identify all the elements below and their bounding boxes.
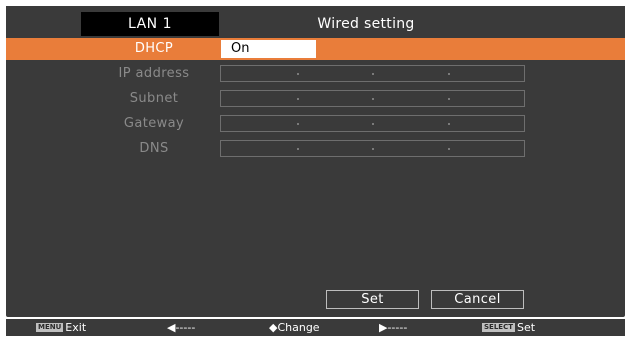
- subnet-row: Subnet: [6, 88, 625, 110]
- subnet-field: [220, 90, 525, 107]
- ip-address-field: [220, 65, 525, 82]
- cancel-button[interactable]: Cancel: [431, 290, 524, 309]
- octet-separator: [372, 148, 374, 150]
- help-right: ▶-----: [379, 321, 408, 334]
- octet-separator: [297, 148, 299, 150]
- gateway-label: Gateway: [123, 116, 185, 131]
- page-title: Wired setting: [317, 16, 415, 32]
- dhcp-value[interactable]: On: [221, 40, 316, 58]
- octet-separator: [297, 73, 299, 75]
- ip-address-label: IP address: [118, 66, 190, 81]
- set-button[interactable]: Set: [326, 290, 419, 309]
- dhcp-label: DHCP: [134, 41, 174, 56]
- lan-tab[interactable]: LAN 1: [81, 12, 219, 36]
- dns-row: DNS: [6, 138, 625, 160]
- help-bar: MENU Exit ◀----- ◆Change ▶----- SELECT Set: [6, 319, 625, 336]
- octet-separator: [297, 123, 299, 125]
- dns-field: [220, 140, 525, 157]
- help-set-label: Set: [516, 321, 536, 334]
- octet-separator: [448, 148, 450, 150]
- help-exit: MENU Exit: [36, 319, 86, 336]
- ip-address-row: IP address: [6, 63, 625, 85]
- help-change: ◆Change: [269, 321, 320, 334]
- select-key-icon: SELECT: [482, 322, 515, 332]
- octet-separator: [372, 73, 374, 75]
- help-set: SELECT Set: [482, 319, 535, 336]
- dhcp-row[interactable]: DHCP On: [6, 38, 625, 60]
- octet-separator: [297, 98, 299, 100]
- octet-separator: [448, 73, 450, 75]
- octet-separator: [448, 98, 450, 100]
- octet-separator: [372, 98, 374, 100]
- gateway-field: [220, 115, 525, 132]
- subnet-label: Subnet: [129, 91, 179, 106]
- gateway-row: Gateway: [6, 113, 625, 135]
- help-left: ◀-----: [167, 321, 196, 334]
- dns-label: DNS: [139, 141, 169, 156]
- octet-separator: [448, 123, 450, 125]
- octet-separator: [372, 123, 374, 125]
- help-exit-label: Exit: [65, 321, 87, 334]
- menu-key-icon: MENU: [36, 322, 64, 332]
